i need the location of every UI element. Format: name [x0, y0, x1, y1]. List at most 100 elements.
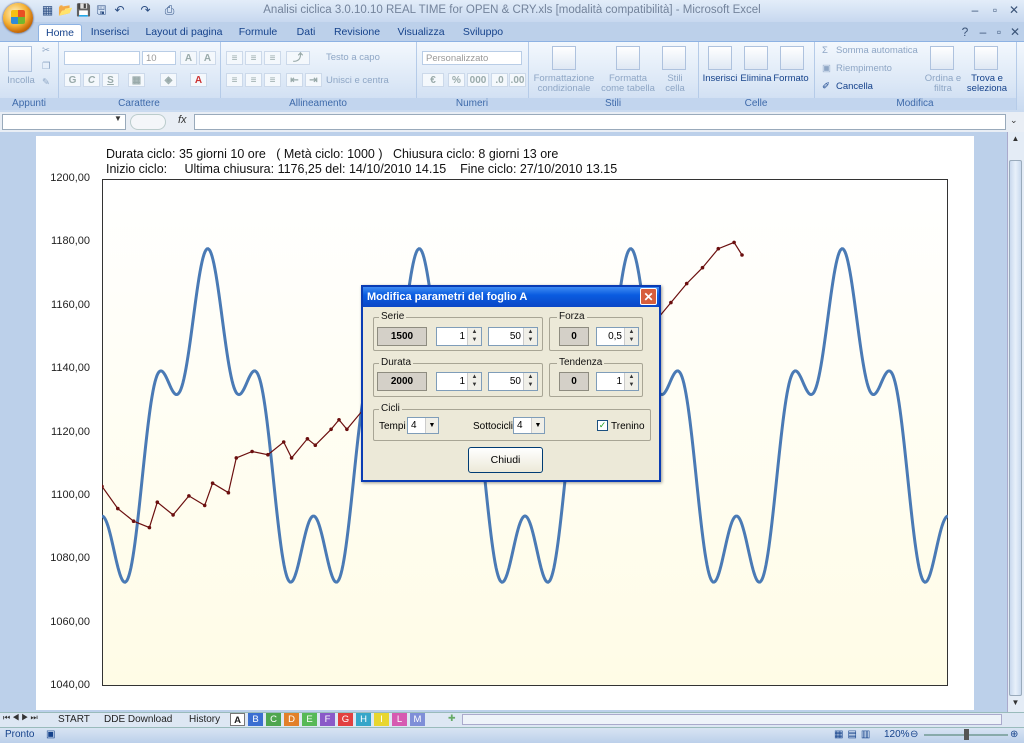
tab-home[interactable]: Home [38, 24, 82, 42]
delete-cells-button[interactable]: Elimina [738, 74, 774, 84]
sheet-tab-d[interactable]: D [284, 713, 299, 726]
wrap-text-button[interactable]: Testo a capo [326, 53, 406, 63]
orientation-icon[interactable]: ⤴ [286, 51, 310, 65]
sheet-tab-g[interactable]: G [338, 713, 353, 726]
sheet-tab-f[interactable]: F [320, 713, 335, 726]
percent-button[interactable]: % [448, 73, 465, 87]
delete-cells-icon[interactable] [744, 46, 768, 70]
autosum-button[interactable]: Somma automatica [836, 46, 926, 56]
font-name-box[interactable] [64, 51, 140, 65]
format-cells-icon[interactable] [780, 46, 804, 70]
sort-filter-icon[interactable] [930, 46, 954, 70]
sheet-tab-history[interactable]: History [185, 713, 224, 726]
sheet-tab-e[interactable]: E [302, 713, 317, 726]
zoom-in-icon[interactable]: ⊕ [1010, 729, 1018, 740]
zoom-slider-thumb[interactable] [964, 729, 969, 740]
font-size-box[interactable]: 10 [142, 51, 176, 65]
grow-font-icon[interactable]: A [180, 51, 197, 65]
sheet-tab-h[interactable]: H [356, 713, 371, 726]
tempi-dropdown-icon[interactable]: ▼ [425, 418, 438, 433]
cut-icon[interactable]: ✂ [42, 46, 50, 56]
fill-color-icon[interactable]: ◈ [160, 73, 177, 87]
zoom-level[interactable]: 120% [884, 729, 910, 740]
format-cells-button[interactable]: Formato [772, 74, 810, 84]
durata-spin1-arrows-icon[interactable]: ▲ ▼ [467, 373, 481, 390]
macro-record-icon[interactable]: ▣ [46, 729, 55, 740]
durata-spin2[interactable]: 50 ▲ ▼ [488, 372, 538, 391]
increase-decimal-icon[interactable]: .0 [491, 73, 508, 87]
name-box[interactable] [2, 114, 126, 130]
sheet-tab-l[interactable]: L [392, 713, 407, 726]
insert-sheet-icon[interactable]: ✚ [448, 713, 461, 725]
sheet-nav-icon[interactable]: ⏮◀▶⏭ [3, 713, 40, 723]
italic-button[interactable]: C [83, 73, 100, 87]
conditional-format-icon[interactable] [552, 46, 576, 70]
tendenza-spin[interactable]: 1 ▲ ▼ [596, 372, 639, 391]
sheet-tab-m[interactable]: M [410, 713, 425, 726]
thousands-button[interactable]: 000 [467, 73, 489, 87]
indent-increase-icon[interactable]: ⇥ [305, 73, 322, 87]
serie-spin2[interactable]: 50 ▲ ▼ [488, 327, 538, 346]
serie-spin2-arrows-icon[interactable]: ▲ ▼ [523, 328, 537, 345]
border-icon[interactable]: ▦ [128, 73, 145, 87]
tab-revisione[interactable]: Revisione [332, 24, 382, 41]
align-bottom-icon[interactable]: ≡ [264, 51, 281, 65]
durata-spin1[interactable]: 1 ▲ ▼ [436, 372, 482, 391]
sottocicli-dropdown-icon[interactable]: ▼ [531, 418, 544, 433]
sottocicli-select[interactable]: 4 ▼ [513, 417, 545, 434]
align-top-icon[interactable]: ≡ [226, 51, 243, 65]
minimize-icon[interactable]: – [966, 2, 984, 18]
trenino-checkbox[interactable]: ✓ [597, 420, 608, 431]
serie-spin1-arrows-icon[interactable]: ▲ ▼ [467, 328, 481, 345]
maximize-icon[interactable]: ▫ [986, 2, 1004, 18]
fill-icon[interactable]: ▣ [822, 64, 834, 74]
close-icon[interactable]: ✕ [1005, 2, 1023, 18]
align-middle-icon[interactable]: ≡ [245, 51, 262, 65]
cell-styles-icon[interactable] [662, 46, 686, 70]
find-select-icon[interactable] [974, 46, 998, 70]
scroll-down-icon[interactable]: ▼ [1008, 698, 1023, 710]
align-right-icon[interactable]: ≡ [264, 73, 281, 87]
scroll-thumb[interactable] [1009, 160, 1022, 696]
find-select-button[interactable]: Trova e seleziona [962, 74, 1012, 94]
format-table-button[interactable]: Formatta come tabella [598, 74, 658, 94]
sheet-tab-dde-download[interactable]: DDE Download [100, 713, 176, 726]
decrease-decimal-icon[interactable]: .00 [509, 73, 526, 87]
tab-layout[interactable]: Layout di pagina [144, 24, 224, 41]
cell-styles-button[interactable]: Stili cella [658, 74, 692, 94]
serie-spin1[interactable]: 1 ▲ ▼ [436, 327, 482, 346]
dialog-close-icon[interactable]: ✕ [640, 288, 657, 305]
tab-visualizza[interactable]: Visualizza [394, 24, 448, 41]
fill-button[interactable]: Riempimento [836, 64, 916, 74]
view-buttons-icon[interactable]: ▦▤▥ [834, 729, 874, 740]
ribbon-close-icon[interactable]: ✕ [1006, 24, 1024, 40]
format-table-icon[interactable] [616, 46, 640, 70]
sheet-tab-b[interactable]: B [248, 713, 263, 726]
forza-spin-arrows-icon[interactable]: ▲ ▼ [624, 328, 638, 345]
scroll-up-icon[interactable]: ▲ [1008, 134, 1023, 148]
close-dialog-button[interactable]: Chiudi [468, 447, 543, 473]
insert-cells-button[interactable]: Inserisci [700, 74, 740, 84]
formula-resize-handle[interactable] [130, 114, 166, 130]
fx-icon[interactable]: fx [178, 114, 187, 126]
number-format-box[interactable]: Personalizzato [422, 51, 522, 65]
sheet-tab-a[interactable]: A [230, 713, 245, 726]
tab-sviluppo[interactable]: Sviluppo [458, 24, 508, 41]
tempi-select[interactable]: 4 ▼ [407, 417, 439, 434]
tab-dati[interactable]: Dati [290, 24, 322, 41]
name-box-dropdown-icon[interactable]: ▼ [114, 114, 122, 123]
align-left-icon[interactable]: ≡ [226, 73, 243, 87]
copy-icon[interactable]: ❐ [42, 62, 51, 72]
conditional-format-button[interactable]: Formattazione condizionale [532, 74, 596, 94]
bold-button[interactable]: G [64, 73, 81, 87]
shrink-font-icon[interactable]: A [199, 51, 216, 65]
durata-spin2-arrows-icon[interactable]: ▲ ▼ [523, 373, 537, 390]
clear-icon[interactable]: ✐ [822, 82, 834, 92]
expand-formula-icon[interactable]: ⌄ [1010, 115, 1018, 126]
horizontal-scrollbar[interactable] [462, 714, 1002, 725]
underline-button[interactable]: S [102, 73, 119, 87]
merge-center-button[interactable]: Unisci e centra [326, 76, 412, 86]
paste-icon[interactable] [8, 46, 32, 72]
align-center-icon[interactable]: ≡ [245, 73, 262, 87]
format-painter-icon[interactable]: ✎ [42, 78, 50, 88]
